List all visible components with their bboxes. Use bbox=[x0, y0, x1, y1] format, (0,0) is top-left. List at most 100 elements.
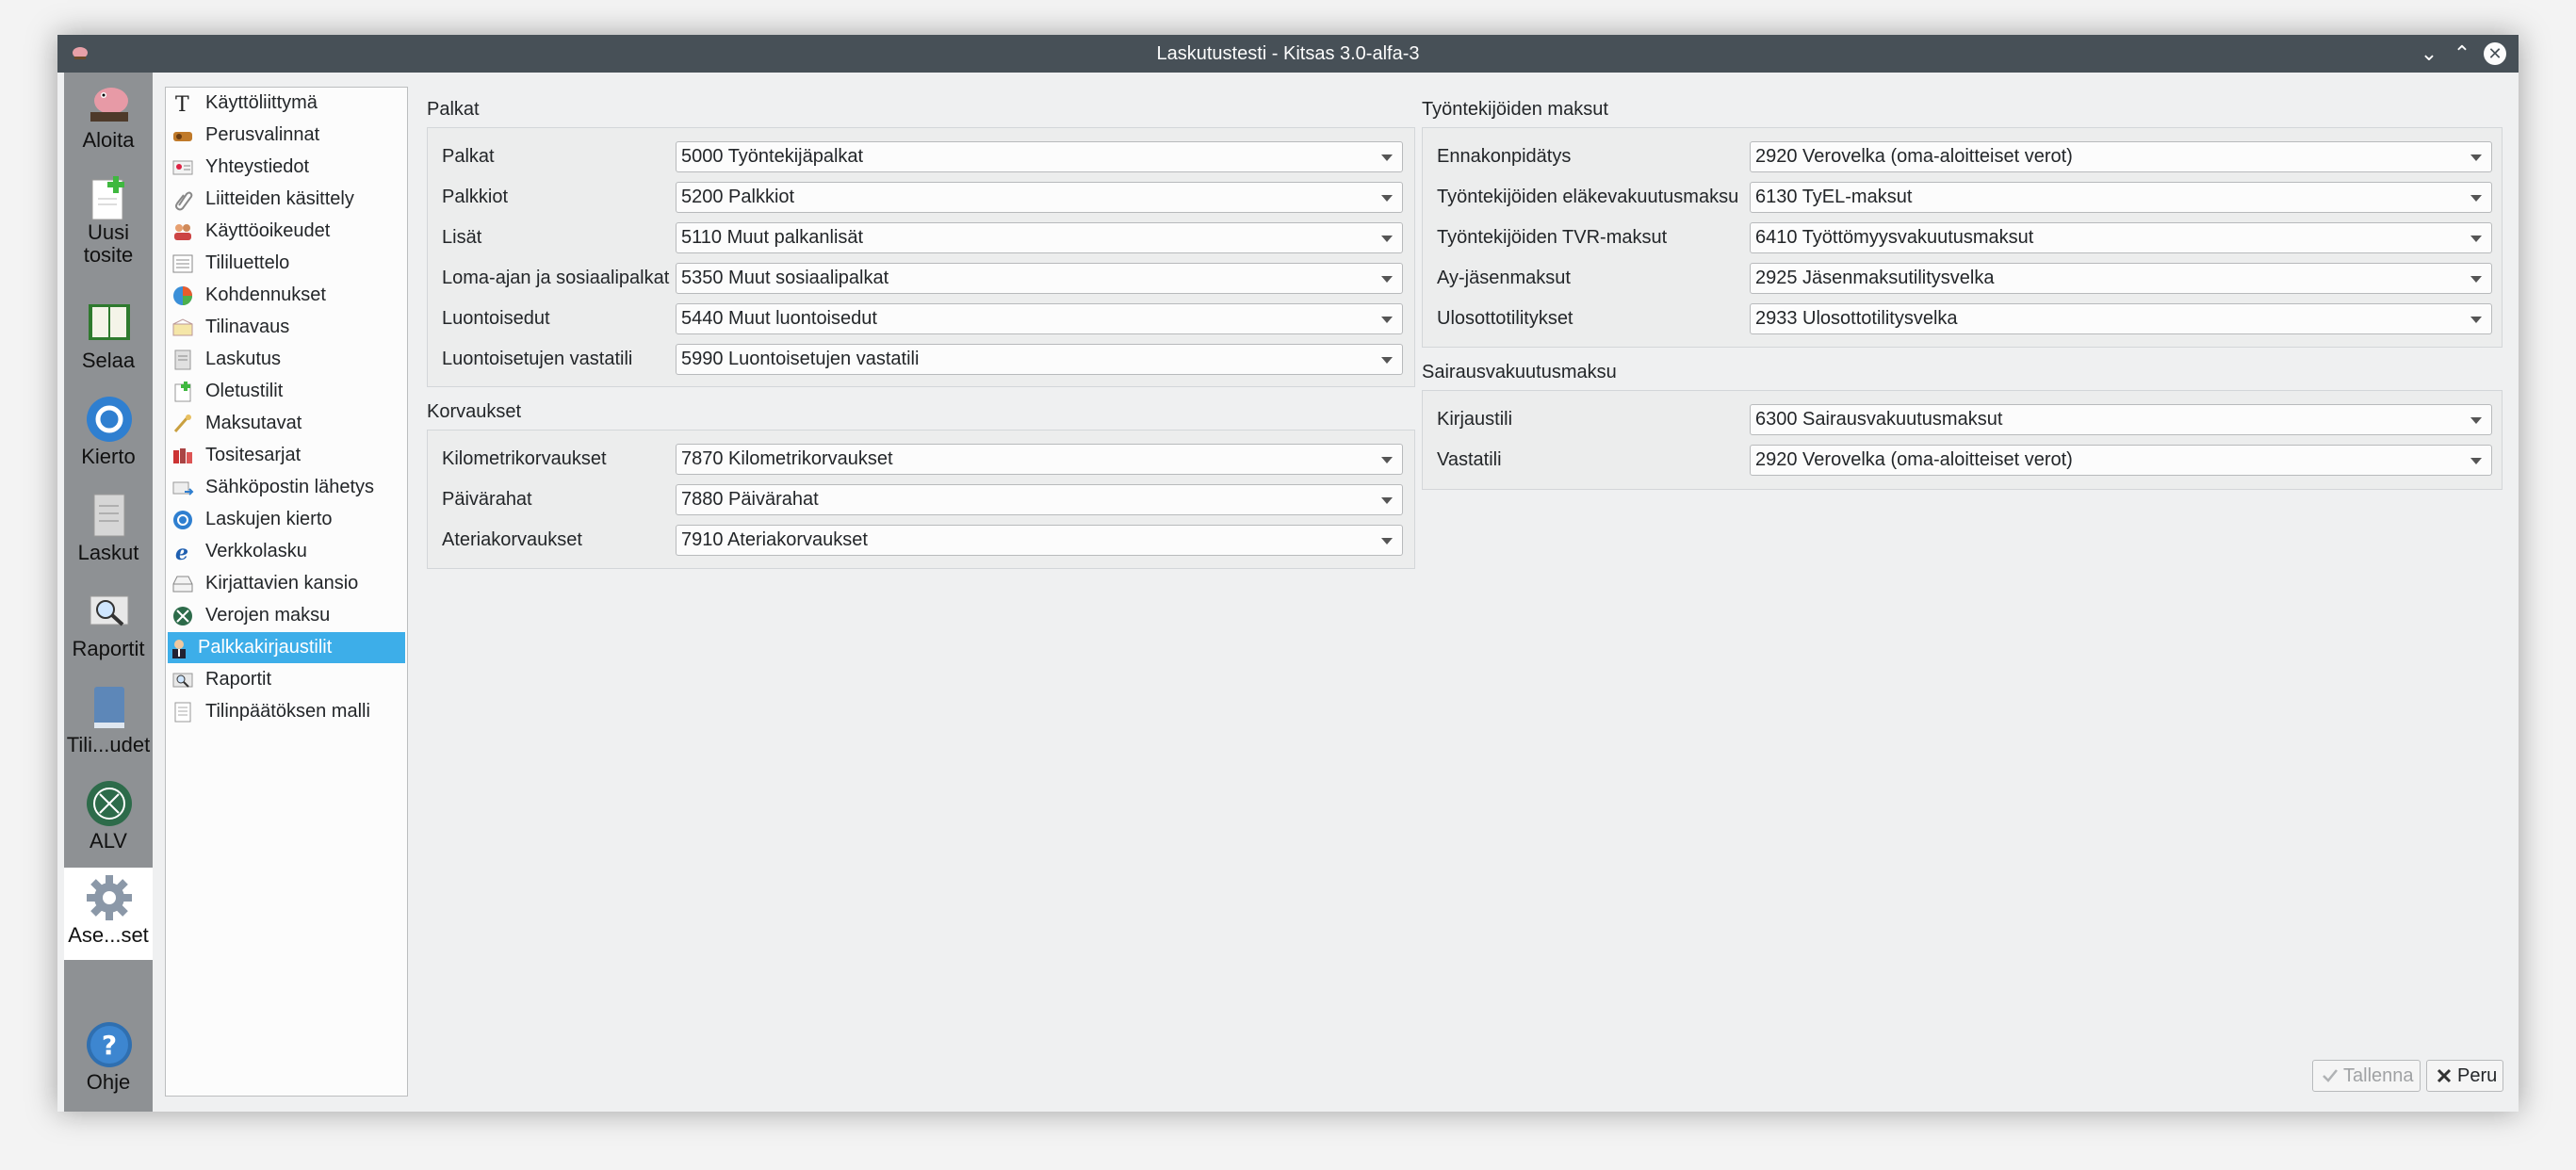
group-title-tyontekijoiden-maksut: Työntekijöiden maksut bbox=[1422, 99, 1608, 120]
maximize-icon[interactable]: ⌃ bbox=[2451, 42, 2473, 65]
toolbar-laskut[interactable]: Laskut bbox=[64, 485, 153, 577]
toolbar-raportit[interactable]: Raportit bbox=[64, 581, 153, 674]
opening-icon bbox=[172, 318, 193, 336]
settings-item-liitteiden-kasittely[interactable]: Liitteiden käsittely bbox=[168, 184, 405, 215]
ay-jasenmaksut-combo[interactable]: 2925 Jäsenmaksutilitysvelka bbox=[1750, 263, 2492, 294]
settings-item-maksutavat[interactable]: Maksutavat bbox=[168, 408, 405, 439]
combo-value: 6130 TyEL-maksut bbox=[1755, 187, 1913, 207]
settings-item-yhteystiedot[interactable]: Yhteystiedot bbox=[168, 152, 405, 183]
title-bar[interactable]: Laskutustesti - Kitsas 3.0-alfa-3 ⌄ ⌃ ✕ bbox=[57, 35, 2519, 73]
chevron-down-icon bbox=[2470, 195, 2482, 202]
settings-item-raportit[interactable]: Raportit bbox=[168, 664, 405, 695]
ledger-icon bbox=[94, 687, 124, 728]
toolbar-tilikaudet[interactable]: Tili...udet bbox=[64, 677, 153, 770]
toolbar-alv[interactable]: ALV bbox=[64, 773, 153, 866]
elakevakuutusmaksu-combo[interactable]: 6130 TyEL-maksut bbox=[1750, 182, 2492, 213]
settings-item-perusvalinnat[interactable]: Perusvalinnat bbox=[168, 120, 405, 151]
settings-item-tilinavaus[interactable]: Tilinavaus bbox=[168, 312, 405, 343]
settings-item-kayttoliittyma[interactable]: T Käyttöliittymä bbox=[168, 88, 405, 119]
chevron-down-icon bbox=[1381, 195, 1393, 202]
toolbar-ohje[interactable]: ? Ohje bbox=[64, 1015, 153, 1107]
settings-item-label: Maksutavat bbox=[205, 413, 302, 433]
settings-item-label: Laskujen kierto bbox=[205, 509, 333, 529]
settings-item-label: Verojen maksu bbox=[205, 605, 331, 626]
ateriakorvaukset-combo[interactable]: 7910 Ateriakorvaukset bbox=[676, 525, 1403, 556]
chevron-down-icon bbox=[2470, 458, 2482, 464]
loma-ajan-combo[interactable]: 5350 Muut sosiaalipalkat bbox=[676, 263, 1403, 294]
group-title-palkat: Palkat bbox=[427, 99, 480, 120]
settings-item-kirjattavien-kansio[interactable]: Kirjattavien kansio bbox=[168, 568, 405, 599]
chevron-down-icon bbox=[2470, 417, 2482, 424]
ulosottotilitykset-combo[interactable]: 2933 Ulosottotilitysvelka bbox=[1750, 303, 2492, 334]
circulation-icon bbox=[173, 511, 192, 529]
settings-item-laskutus[interactable]: Laskutus bbox=[168, 344, 405, 375]
kilometrikorvaukset-combo[interactable]: 7870 Kilometrikorvaukset bbox=[676, 444, 1403, 475]
combo-value: 7910 Ateriakorvaukset bbox=[681, 529, 868, 550]
toolbar-label: Selaa bbox=[81, 349, 136, 372]
settings-item-verkkolasku[interactable]: e Verkkolasku bbox=[168, 536, 405, 567]
toolbar-label: ALV bbox=[90, 829, 127, 853]
settings-item-laskujen-kierto[interactable]: Laskujen kierto bbox=[168, 504, 405, 535]
template-icon bbox=[174, 702, 191, 723]
combo-value: 6410 Työttömyysvakuutusmaksut bbox=[1755, 227, 2034, 248]
settings-item-label: Käyttöliittymä bbox=[205, 92, 318, 113]
toolbar-selaa[interactable]: Selaa bbox=[64, 293, 153, 385]
toolbar-aloita[interactable]: Aloita bbox=[64, 73, 153, 165]
lisat-combo[interactable]: 5110 Muut palkanlisät bbox=[676, 222, 1403, 253]
settings-item-kohdennukset[interactable]: Kohdennukset bbox=[168, 280, 405, 311]
field-label: Ennakonpidätys bbox=[1437, 146, 1572, 167]
toolbar-label: Aloita bbox=[82, 128, 135, 152]
paperclip-icon bbox=[175, 191, 193, 211]
paivarahat-combo[interactable]: 7880 Päivärahat bbox=[676, 484, 1403, 515]
ennakonpidatys-combo[interactable]: 2920 Verovelka (oma-aloitteiset verot) bbox=[1750, 141, 2492, 172]
combo-value: 7870 Kilometrikorvaukset bbox=[681, 448, 893, 469]
luontoisetujen-vastatili-combo[interactable]: 5990 Luontoisetujen vastatili bbox=[676, 344, 1403, 375]
toolbar-label: Ohje bbox=[86, 1070, 131, 1094]
toolbar-uusi-tosite[interactable]: Uusi tosite bbox=[64, 169, 153, 267]
settings-item-verojen-maksu[interactable]: Verojen maksu bbox=[168, 600, 405, 631]
settings-item-label: Verkkolasku bbox=[205, 541, 307, 561]
field-label: Työntekijöiden TVR-maksut bbox=[1437, 227, 1668, 248]
invoicing-icon bbox=[174, 349, 191, 370]
field-label: Ateriakorvaukset bbox=[442, 529, 582, 550]
e-invoice-icon: e bbox=[175, 541, 188, 563]
luontoisedut-combo[interactable]: 5440 Muut luontoisedut bbox=[676, 303, 1403, 334]
field-label: Loma-ajan ja sosiaalipalkat bbox=[442, 268, 670, 288]
kirjaustili-combo[interactable]: 6300 Sairausvakuutusmaksut bbox=[1750, 404, 2492, 435]
settings-item-tilinpaatoksen-malli[interactable]: Tilinpäätöksen malli bbox=[168, 696, 405, 727]
palkkiot-combo[interactable]: 5200 Palkkiot bbox=[676, 182, 1403, 213]
settings-item-palkkakirjaustilit[interactable]: Palkkakirjaustilit bbox=[168, 632, 405, 663]
svg-text:?: ? bbox=[102, 1030, 117, 1061]
toolbar-label: Kierto bbox=[81, 445, 136, 468]
settings-list: T Käyttöliittymä Perusvalinnat Yhteystie… bbox=[165, 87, 408, 1097]
toolbar-asetukset[interactable]: Ase...set bbox=[64, 868, 153, 960]
combo-value: 5000 Työntekijäpalkat bbox=[681, 146, 864, 167]
settings-item-label: Sähköpostin lähetys bbox=[205, 477, 375, 497]
main-window: Laskutustesti - Kitsas 3.0-alfa-3 ⌄ ⌃ ✕ … bbox=[57, 35, 2519, 1112]
settings-item-sahkopostin-lahetys[interactable]: Sähköpostin lähetys bbox=[168, 472, 405, 503]
main-toolbar: Aloita Uusi tosite Selaa Kierto Laskut R… bbox=[64, 73, 153, 1112]
combo-value: 5350 Muut sosiaalipalkat bbox=[681, 268, 889, 288]
toolbar-kierto[interactable]: Kierto bbox=[64, 389, 153, 481]
vastatili-combo[interactable]: 2920 Verovelka (oma-aloitteiset verot) bbox=[1750, 445, 2492, 476]
combo-value: 2920 Verovelka (oma-aloitteiset verot) bbox=[1755, 146, 2073, 167]
cancel-button[interactable]: Peru bbox=[2426, 1060, 2504, 1092]
settings-item-kayttooikeudet[interactable]: Käyttöoikeudet bbox=[168, 216, 405, 247]
minimize-icon[interactable]: ⌄ bbox=[2418, 42, 2440, 65]
field-label: Kirjaustili bbox=[1437, 409, 1513, 430]
close-icon[interactable]: ✕ bbox=[2484, 42, 2506, 65]
combo-value: 6300 Sairausvakuutusmaksut bbox=[1755, 409, 2003, 430]
settings-item-tililuettelo[interactable]: Tililuettelo bbox=[168, 248, 405, 279]
chevron-down-icon bbox=[1381, 236, 1393, 242]
toolbar-label: Laskut bbox=[77, 541, 139, 564]
settings-item-label: Käyttöoikeudet bbox=[205, 220, 331, 241]
save-button[interactable]: Tallenna bbox=[2312, 1060, 2421, 1092]
palkat-combo[interactable]: 5000 Työntekijäpalkat bbox=[676, 141, 1403, 172]
settings-item-tositesarjat[interactable]: Tositesarjat bbox=[168, 440, 405, 471]
account-list-icon bbox=[172, 254, 193, 273]
chevron-down-icon bbox=[1381, 154, 1393, 161]
tvr-maksut-combo[interactable]: 6410 Työttömyysvakuutusmaksut bbox=[1750, 222, 2492, 253]
new-document-icon bbox=[91, 176, 124, 220]
field-label: Vastatili bbox=[1437, 449, 1502, 470]
settings-item-oletustilit[interactable]: Oletustilit bbox=[168, 376, 405, 407]
